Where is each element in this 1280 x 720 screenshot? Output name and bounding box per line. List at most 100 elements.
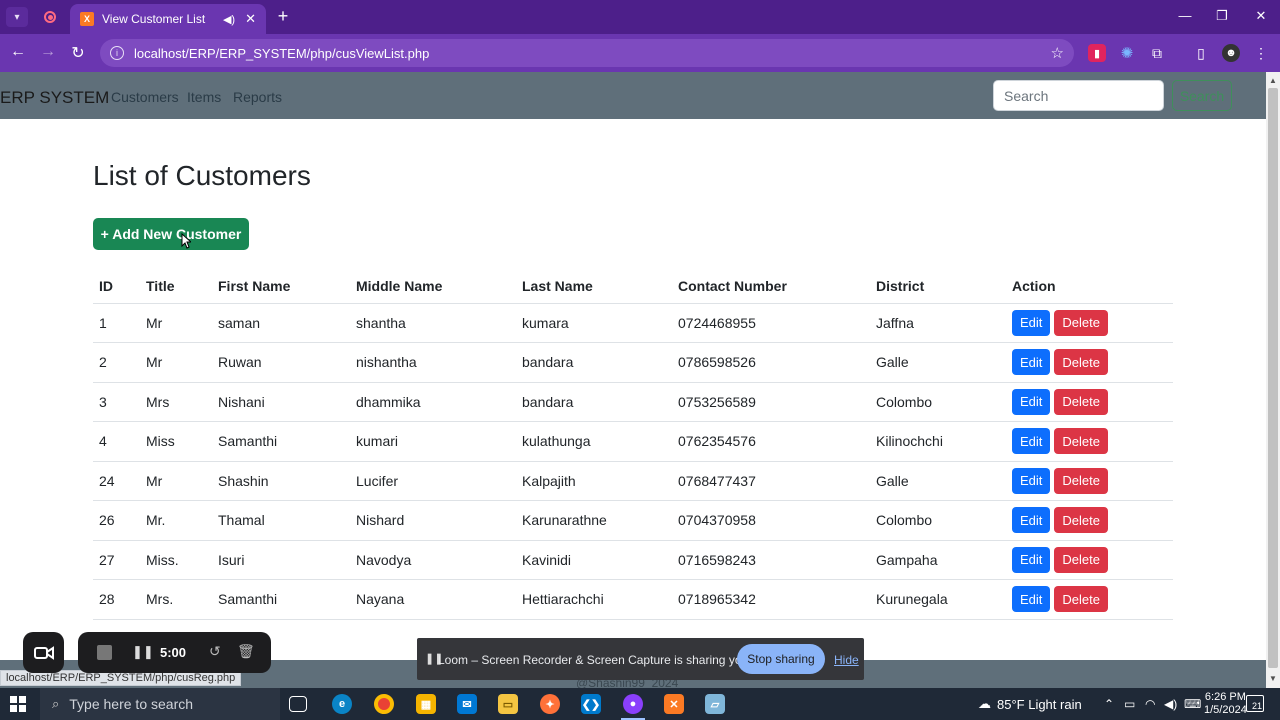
- delete-button[interactable]: Delete: [1054, 467, 1108, 494]
- tray-chevron-icon[interactable]: ⌃: [1104, 697, 1114, 711]
- task-view-icon[interactable]: [289, 696, 307, 712]
- add-new-customer-button[interactable]: + Add New Customer: [93, 218, 249, 250]
- scroll-up-arrow-icon[interactable]: ▲: [1266, 74, 1280, 88]
- side-panel-icon[interactable]: ▯: [1192, 44, 1210, 62]
- maximize-icon[interactable]: ❐: [1212, 8, 1232, 24]
- volume-icon[interactable]: ◀): [1164, 697, 1177, 711]
- cell-action: Edit Delete: [1006, 421, 1173, 462]
- page-scrollbar[interactable]: ▲ ▼: [1266, 72, 1280, 688]
- chrome-icon[interactable]: [374, 694, 394, 714]
- extensions-puzzle-icon[interactable]: ⧉: [1148, 44, 1166, 62]
- edit-button[interactable]: Edit: [1012, 388, 1051, 415]
- vscode-icon[interactable]: ❮❯: [581, 694, 601, 714]
- store-icon[interactable]: ▦: [416, 694, 436, 714]
- notification-center-icon[interactable]: 21: [1246, 695, 1264, 712]
- cell-contact-number: 0768477437: [672, 461, 870, 501]
- loom-stop-icon[interactable]: [97, 645, 112, 660]
- cell-district: Jaffna: [870, 303, 1006, 343]
- delete-button[interactable]: Delete: [1054, 309, 1108, 336]
- cell-id: 28: [93, 579, 140, 620]
- cell-first-name: Samanthi: [212, 579, 350, 620]
- recording-tab-icon[interactable]: [38, 7, 62, 27]
- extension-sparkle-icon[interactable]: ✺: [1118, 44, 1136, 62]
- nav-link-customers[interactable]: Customers: [111, 89, 179, 105]
- loom-pause-icon[interactable]: ❚❚: [132, 644, 154, 660]
- scrollbar-thumb[interactable]: [1268, 88, 1278, 668]
- notes-app-icon[interactable]: ▱: [705, 694, 725, 714]
- cell-title: Mr.: [140, 500, 212, 541]
- windows-start-icon[interactable]: [10, 696, 26, 712]
- cell-action: Edit Delete: [1006, 461, 1173, 501]
- delete-button[interactable]: Delete: [1054, 546, 1108, 573]
- table-row: 3 Mrs Nishani dhammika bandara 075325658…: [93, 382, 1173, 422]
- chrome-profile-icon[interactable]: ●: [623, 694, 643, 714]
- mail-icon[interactable]: ✉: [457, 694, 477, 714]
- loom-camera-button[interactable]: [23, 632, 64, 673]
- edit-button[interactable]: Edit: [1012, 349, 1051, 376]
- edit-button[interactable]: Edit: [1012, 467, 1051, 494]
- edit-button[interactable]: Edit: [1012, 309, 1051, 336]
- search-input[interactable]: [993, 80, 1164, 111]
- new-tab-plus-icon[interactable]: +: [273, 6, 293, 27]
- url-text[interactable]: localhost/ERP/ERP_SYSTEM/php/cusViewList…: [134, 46, 1051, 61]
- close-tab-icon[interactable]: ✕: [245, 11, 256, 27]
- table-row: 26 Mr. Thamal Nishard Karunarathne 07043…: [93, 500, 1173, 541]
- speaker-icon[interactable]: ◀): [223, 13, 235, 26]
- browser-menu-icon[interactable]: ⋮: [1252, 44, 1270, 62]
- stop-sharing-button[interactable]: Stop sharing: [737, 644, 825, 674]
- battery-icon[interactable]: ▭: [1124, 697, 1135, 711]
- cell-middle-name: dhammika: [350, 382, 516, 422]
- browser-tab-active[interactable]: X View Customer List ◀) ✕: [70, 4, 266, 34]
- edge-browser-icon[interactable]: e: [332, 694, 352, 714]
- edit-button[interactable]: Edit: [1012, 586, 1051, 613]
- cell-district: Gampaha: [870, 540, 1006, 580]
- minimize-icon[interactable]: —: [1175, 8, 1195, 23]
- xampp-icon[interactable]: ✕: [664, 694, 684, 714]
- brand-logo-text[interactable]: ERP SYSTEM: [0, 88, 109, 108]
- weather-widget[interactable]: ☁ 85°F Light rain: [978, 696, 1082, 712]
- taskbar-search-box[interactable]: ⌕ Type here to search: [40, 688, 280, 720]
- column-header-contact-number: Contact Number: [672, 270, 870, 304]
- loom-trash-icon[interactable]: 🗑: [237, 643, 255, 660]
- forward-arrow-icon[interactable]: →: [38, 43, 58, 61]
- loom-control-bar: ❚❚ 5:00 ↺ 🗑: [78, 632, 271, 673]
- cell-first-name: Thamal: [212, 500, 350, 541]
- delete-button[interactable]: Delete: [1054, 507, 1108, 534]
- delete-button[interactable]: Delete: [1054, 388, 1108, 415]
- table-row: 2 Mr Ruwan nishantha bandara 0786598526 …: [93, 342, 1173, 383]
- site-info-icon[interactable]: i: [110, 46, 124, 60]
- cell-contact-number: 0786598526: [672, 342, 870, 383]
- table-row: 28 Mrs. Samanthi Nayana Hettiarachchi 07…: [93, 579, 1173, 620]
- firefox-icon[interactable]: ✦: [540, 694, 560, 714]
- edit-button[interactable]: Edit: [1012, 428, 1051, 455]
- cell-last-name: bandara: [516, 342, 672, 383]
- scroll-down-arrow-icon[interactable]: ▼: [1266, 672, 1280, 686]
- delete-button[interactable]: Delete: [1054, 586, 1108, 613]
- tab-search-chevron-icon[interactable]: ▾: [6, 7, 28, 27]
- hide-banner-link[interactable]: Hide: [834, 653, 859, 667]
- delete-button[interactable]: Delete: [1054, 349, 1108, 376]
- taskbar-clock[interactable]: 6:26 PM 1/5/2024: [1204, 691, 1247, 717]
- cell-action: Edit Delete: [1006, 342, 1173, 383]
- search-button[interactable]: Search: [1172, 80, 1232, 111]
- delete-button[interactable]: Delete: [1054, 428, 1108, 455]
- loom-restart-icon[interactable]: ↺: [209, 643, 221, 660]
- profile-avatar[interactable]: ☻: [1222, 44, 1240, 62]
- screen-share-banner: ❚❚ Loom – Screen Recorder & Screen Captu…: [417, 638, 864, 680]
- edit-button[interactable]: Edit: [1012, 546, 1051, 573]
- back-arrow-icon[interactable]: ←: [8, 43, 28, 61]
- extension-red-icon[interactable]: ▮: [1088, 44, 1106, 62]
- wifi-icon[interactable]: ◠: [1145, 697, 1155, 711]
- reload-icon[interactable]: ↻: [68, 43, 88, 63]
- edit-button[interactable]: Edit: [1012, 507, 1051, 534]
- column-header-title: Title: [140, 270, 212, 304]
- file-explorer-icon[interactable]: ▭: [498, 694, 518, 714]
- window-close-icon[interactable]: ✕: [1251, 8, 1271, 24]
- bookmark-star-icon[interactable]: ☆: [1051, 44, 1064, 62]
- cell-middle-name: Lucifer: [350, 461, 516, 501]
- cell-contact-number: 0753256589: [672, 382, 870, 422]
- nav-link-items[interactable]: Items: [187, 89, 221, 105]
- language-icon[interactable]: ⌨: [1184, 697, 1201, 711]
- address-bar[interactable]: i localhost/ERP/ERP_SYSTEM/php/cusViewLi…: [100, 39, 1074, 67]
- nav-link-reports[interactable]: Reports: [233, 89, 282, 105]
